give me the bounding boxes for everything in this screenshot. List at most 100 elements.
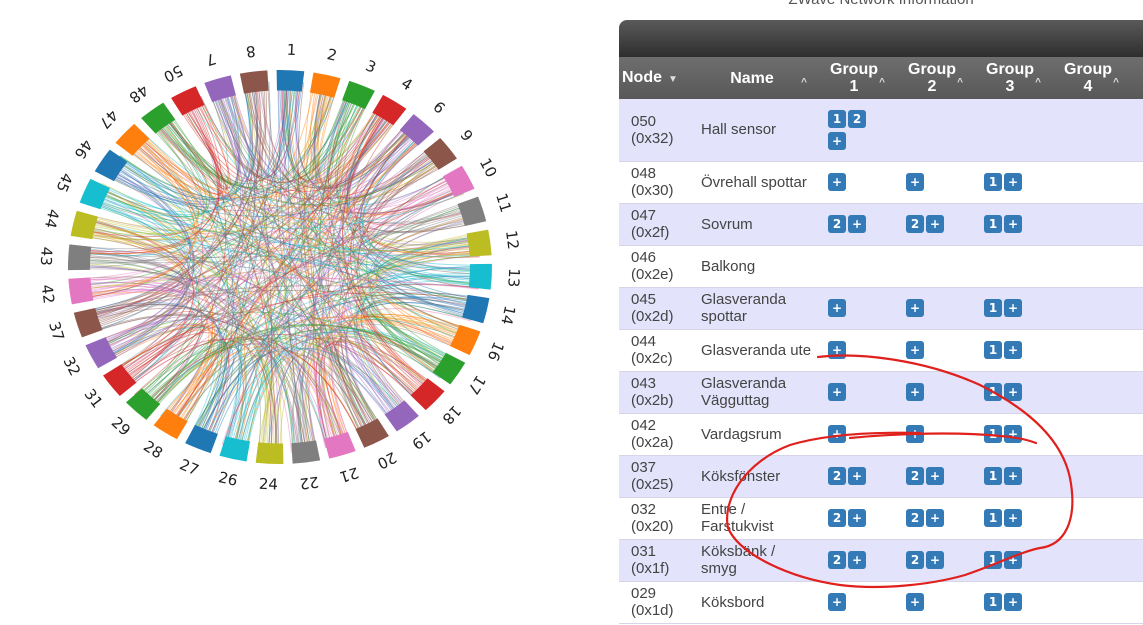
add-association-button[interactable]: +: [848, 467, 866, 485]
chord-arc-node-48[interactable]: [141, 102, 176, 134]
add-association-button[interactable]: +: [1004, 341, 1022, 359]
chord-arc-node-17[interactable]: [432, 352, 466, 385]
add-association-button[interactable]: +: [1004, 215, 1022, 233]
add-association-button[interactable]: +: [1004, 383, 1022, 401]
add-association-button[interactable]: +: [1004, 467, 1022, 485]
association-badge[interactable]: 2: [906, 509, 924, 527]
association-badge[interactable]: 2: [848, 109, 866, 128]
group-4-cell: [1049, 329, 1127, 371]
column-header-group-3[interactable]: Group 3 ^: [971, 57, 1049, 99]
add-association-button[interactable]: +: [828, 425, 846, 443]
group-4-cell: [1049, 413, 1127, 455]
table-row[interactable]: 037 (0x25) Köksfönster 2 +2 +1 +: [619, 455, 1143, 497]
chord-arc-node-50[interactable]: [171, 86, 205, 116]
add-association-button[interactable]: +: [828, 299, 846, 317]
chord-node-label: 27: [177, 455, 202, 479]
add-association-button[interactable]: +: [848, 215, 866, 233]
association-badge[interactable]: 1: [984, 173, 1002, 191]
add-association-button[interactable]: +: [828, 383, 846, 401]
add-association-button[interactable]: +: [1004, 551, 1022, 569]
add-association-button[interactable]: +: [926, 215, 944, 233]
association-badge[interactable]: 2: [906, 215, 924, 233]
chord-node-label: 28: [140, 437, 166, 462]
add-association-button[interactable]: +: [848, 509, 866, 527]
table-row[interactable]: 045 (0x2d) Glasveranda spottar + +1 +: [619, 287, 1143, 329]
add-association-button[interactable]: +: [828, 341, 846, 359]
chord-arc-node-22[interactable]: [291, 440, 321, 464]
chord-arc-node-1[interactable]: [276, 69, 305, 92]
group-4-cell: [1049, 161, 1127, 203]
add-association-button[interactable]: +: [1004, 509, 1022, 527]
node-id-cell: 048 (0x30): [631, 165, 674, 199]
chord-arc-node-43[interactable]: [68, 244, 92, 271]
chord-arc-node-24[interactable]: [255, 442, 284, 464]
add-association-button[interactable]: +: [1004, 173, 1022, 191]
sort-asc-icon[interactable]: ^: [957, 74, 963, 91]
add-association-button[interactable]: +: [1004, 425, 1022, 443]
association-badge[interactable]: 1: [984, 341, 1002, 359]
column-header-group-2[interactable]: Group 2 ^: [893, 57, 971, 99]
sort-asc-icon[interactable]: ^: [1113, 74, 1119, 91]
sort-asc-icon[interactable]: ^: [1035, 74, 1041, 91]
column-header-name[interactable]: Name ^: [689, 57, 815, 99]
sort-desc-icon[interactable]: ▼: [668, 74, 678, 85]
add-association-button[interactable]: +: [1004, 593, 1022, 611]
add-association-button[interactable]: +: [828, 131, 846, 150]
association-badge[interactable]: 1: [984, 551, 1002, 569]
table-row[interactable]: 047 (0x2f) Sovrum 2 +2 +1 +: [619, 203, 1143, 245]
chord-arc-node-42[interactable]: [68, 277, 94, 305]
table-row[interactable]: 032 (0x20) Entre / Farstukvist 2 +2 +1 +: [619, 497, 1143, 539]
add-association-button[interactable]: +: [906, 593, 924, 611]
column-header-gr[interactable]: Gr: [1127, 57, 1143, 99]
chord-arc-node-46[interactable]: [94, 149, 128, 182]
table-row[interactable]: 044 (0x2c) Glasveranda ute + +1 +: [619, 329, 1143, 371]
association-badge[interactable]: 2: [906, 467, 924, 485]
table-row[interactable]: 050 (0x32) Hall sensor 1 2 +: [619, 99, 1143, 161]
chord-arc-node-8[interactable]: [239, 70, 269, 94]
association-badge[interactable]: 1: [984, 215, 1002, 233]
chord-arc-node-13[interactable]: [468, 263, 492, 290]
association-badge[interactable]: 2: [906, 551, 924, 569]
group-3-cell: 1 +: [971, 287, 1049, 329]
table-row[interactable]: 031 (0x1f) Köksbänk / smyg 2 +2 +1 +: [619, 539, 1143, 581]
table-row[interactable]: 046 (0x2e) Balkong: [619, 245, 1143, 287]
column-header-group-1[interactable]: Group 1 ^: [815, 57, 893, 99]
sort-asc-icon[interactable]: ^: [879, 74, 885, 91]
association-badge[interactable]: 1: [984, 593, 1002, 611]
column-header-node[interactable]: Node ▼: [619, 57, 689, 99]
association-badge[interactable]: 2: [828, 509, 846, 527]
chord-node-label: 43: [37, 246, 56, 266]
association-badge[interactable]: 1: [984, 383, 1002, 401]
association-badge[interactable]: 2: [828, 215, 846, 233]
association-badge[interactable]: 2: [828, 551, 846, 569]
add-association-button[interactable]: +: [926, 467, 944, 485]
table-row[interactable]: 043 (0x2b) Glasveranda Vägguttag + +1 +: [619, 371, 1143, 413]
add-association-button[interactable]: +: [906, 341, 924, 359]
table-row[interactable]: 042 (0x2a) Vardagsrum + +1 +: [619, 413, 1143, 455]
group-2-cell: +: [893, 161, 971, 203]
add-association-button[interactable]: +: [828, 593, 846, 611]
chord-arc-node-28[interactable]: [153, 408, 188, 440]
add-association-button[interactable]: +: [906, 173, 924, 191]
sort-asc-icon[interactable]: ^: [801, 74, 807, 91]
add-association-button[interactable]: +: [926, 509, 944, 527]
add-association-button[interactable]: +: [906, 425, 924, 443]
table-row[interactable]: 029 (0x1d) Köksbord + +1 +: [619, 581, 1143, 623]
add-association-button[interactable]: +: [906, 299, 924, 317]
chord-arc-node-31[interactable]: [103, 364, 137, 397]
column-header-group-4[interactable]: Group 4 ^: [1049, 57, 1127, 99]
add-association-button[interactable]: +: [1004, 299, 1022, 317]
add-association-button[interactable]: +: [828, 173, 846, 191]
association-badge[interactable]: 1: [828, 109, 846, 128]
add-association-button[interactable]: +: [906, 383, 924, 401]
association-badge[interactable]: 2: [828, 467, 846, 485]
table-row[interactable]: 048 (0x30) Övrehall spottar + +1 +: [619, 161, 1143, 203]
add-association-button[interactable]: +: [848, 551, 866, 569]
chord-arc-node-9[interactable]: [423, 137, 457, 170]
association-badge[interactable]: 1: [984, 467, 1002, 485]
chord-arc-node-12[interactable]: [466, 229, 492, 257]
add-association-button[interactable]: +: [926, 551, 944, 569]
association-badge[interactable]: 1: [984, 509, 1002, 527]
association-badge[interactable]: 1: [984, 425, 1002, 443]
association-badge[interactable]: 1: [984, 299, 1002, 317]
